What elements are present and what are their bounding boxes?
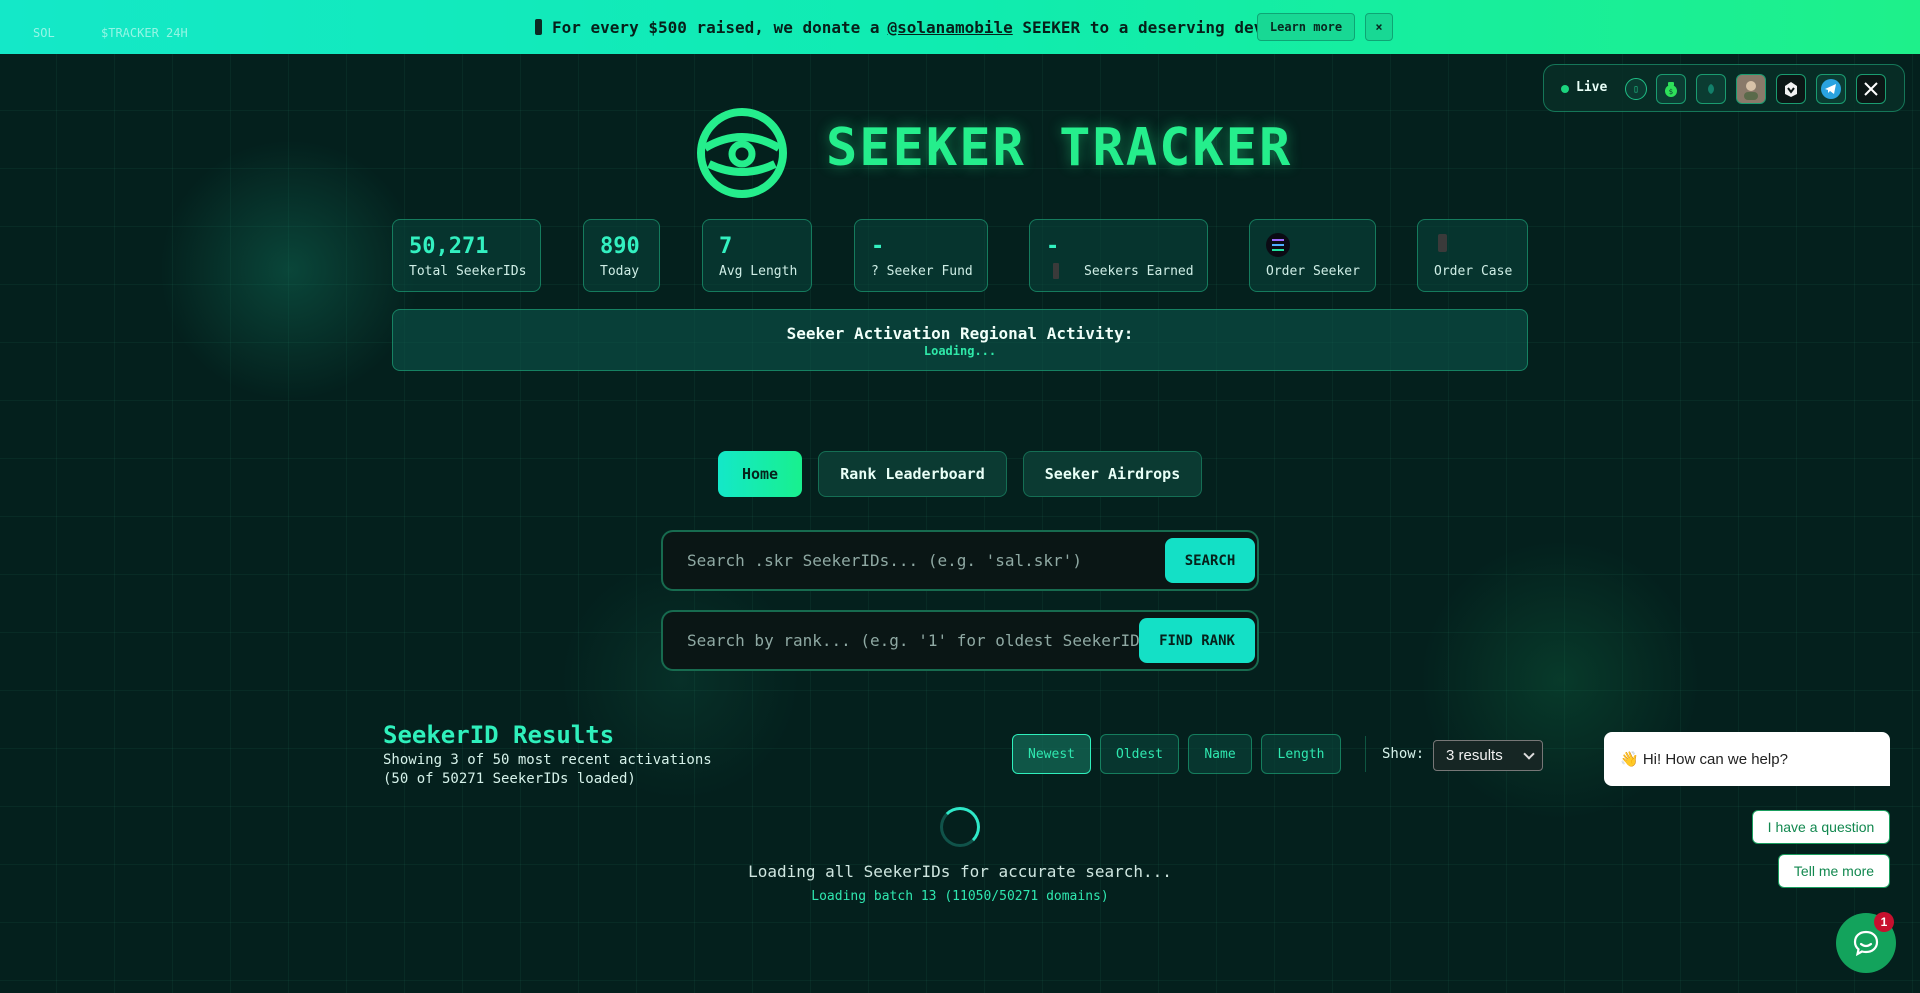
results-count-value: 3 results bbox=[1446, 747, 1503, 764]
find-rank-button[interactable]: FIND RANK bbox=[1139, 618, 1255, 663]
stat-avg-length: 7 Avg Length bbox=[702, 219, 812, 292]
nav-rank-leaderboard-button[interactable]: Rank Leaderboard bbox=[818, 451, 1007, 497]
order-case-card[interactable]: Order Case bbox=[1417, 219, 1528, 292]
sort-name-button[interactable]: Name bbox=[1188, 734, 1252, 774]
rank-search-bar: Search by rank... (e.g. '1' for oldest S… bbox=[661, 610, 1259, 671]
chat-option-question[interactable]: I have a question bbox=[1752, 810, 1890, 844]
chat-option-tell-more[interactable]: Tell me more bbox=[1778, 854, 1890, 888]
ticker-sol: SOL bbox=[33, 26, 55, 40]
sort-oldest-button[interactable]: Oldest bbox=[1100, 734, 1179, 774]
regional-activity-title: Seeker Activation Regional Activity: bbox=[786, 324, 1134, 343]
seeker-logo bbox=[695, 106, 789, 200]
chat-icon bbox=[1853, 930, 1879, 957]
live-status-dot bbox=[1561, 85, 1569, 93]
order-seeker-card[interactable]: Order Seeker bbox=[1249, 219, 1376, 292]
live-panel: Live ▯ $ bbox=[1543, 64, 1905, 112]
banner-text-prefix: For every $500 raised, we donate a bbox=[552, 17, 880, 37]
stat-label: Order Seeker bbox=[1266, 264, 1360, 279]
banner-text-suffix: SEEKER to a deserving dev bbox=[1022, 17, 1264, 37]
loading-message: Loading all SeekerIDs for accurate searc… bbox=[748, 862, 1172, 881]
sort-newest-button[interactable]: Newest bbox=[1012, 734, 1091, 774]
search-bar: Search .skr SeekerIDs... (e.g. 'sal.skr'… bbox=[661, 530, 1259, 591]
solana-icon bbox=[1266, 233, 1290, 257]
promo-banner: SOL $TRACKER 24H For every $500 raised, … bbox=[0, 0, 1920, 54]
stat-label: Avg Length bbox=[719, 264, 798, 279]
results-title: SeekerID Results bbox=[383, 721, 615, 749]
show-label: Show: bbox=[1382, 746, 1425, 762]
loading-batch-status: Loading batch 13 (11050/50271 domains) bbox=[811, 889, 1109, 904]
stat-label: Seekers Earned bbox=[1084, 264, 1194, 279]
svg-text:$: $ bbox=[1669, 88, 1673, 96]
x-icon[interactable] bbox=[1856, 74, 1886, 104]
results-count-select[interactable]: 3 results bbox=[1433, 740, 1543, 771]
ticker-tracker: $TRACKER 24H bbox=[101, 26, 188, 40]
stat-value: - bbox=[1046, 234, 1060, 259]
regional-activity-status: Loading... bbox=[923, 344, 997, 358]
stat-value: 50,271 bbox=[409, 234, 489, 259]
close-banner-button[interactable]: × bbox=[1365, 13, 1393, 41]
stat-label: Total SeekerIDs bbox=[409, 264, 527, 279]
results-loaded-count: (50 of 50271 SeekerIDs loaded) bbox=[383, 771, 636, 787]
stat-label: Today bbox=[600, 264, 640, 279]
telegram-icon[interactable] bbox=[1816, 74, 1846, 104]
phone-case-icon bbox=[1438, 234, 1447, 252]
results-summary: Showing 3 of 50 most recent activations bbox=[383, 752, 712, 768]
stat-seeker-fund[interactable]: - ? Seeker Fund bbox=[854, 219, 988, 292]
regional-activity-panel: Seeker Activation Regional Activity: Loa… bbox=[392, 309, 1528, 371]
chevron-down-icon bbox=[1523, 748, 1535, 760]
stat-total-seekerids: 50,271 Total SeekerIDs bbox=[392, 219, 541, 292]
banner-mention-link[interactable]: @solanamobile bbox=[888, 18, 1013, 37]
banner-message: For every $500 raised, we donate a @sola… bbox=[535, 16, 1263, 38]
stat-value: 890 bbox=[600, 234, 640, 259]
nav-home-button[interactable]: Home bbox=[718, 451, 802, 497]
nav-seeker-airdrops-button[interactable]: Seeker Airdrops bbox=[1023, 451, 1202, 497]
search-input[interactable]: Search .skr SeekerIDs... (e.g. 'sal.skr'… bbox=[687, 551, 1167, 570]
helmet-icon[interactable] bbox=[1776, 74, 1806, 104]
live-label: Live bbox=[1576, 80, 1608, 95]
chat-greeting[interactable]: 👋 Hi! How can we help? bbox=[1604, 732, 1890, 786]
avatar-icon[interactable] bbox=[1736, 74, 1766, 104]
phone-icon bbox=[1053, 263, 1059, 279]
stat-today: 890 Today bbox=[583, 219, 660, 292]
money-bag-icon[interactable]: $ bbox=[1656, 74, 1686, 104]
stat-label: ? Seeker Fund bbox=[871, 264, 973, 279]
site-title: SEEKER TRACKER bbox=[826, 118, 1293, 178]
search-button[interactable]: SEARCH bbox=[1165, 538, 1255, 583]
learn-more-button[interactable]: Learn more bbox=[1257, 13, 1355, 41]
sort-length-button[interactable]: Length bbox=[1261, 734, 1341, 774]
rank-search-input[interactable]: Search by rank... (e.g. '1' for oldest S… bbox=[687, 631, 1139, 650]
stat-label: Order Case bbox=[1434, 264, 1513, 279]
info-icon[interactable]: ▯ bbox=[1625, 78, 1647, 100]
stat-value: - bbox=[871, 234, 885, 259]
phone-icon bbox=[535, 19, 542, 35]
leaf-icon[interactable] bbox=[1696, 74, 1726, 104]
loading-spinner bbox=[940, 807, 980, 847]
chat-unread-badge: 1 bbox=[1874, 912, 1894, 932]
stat-seekers-earned[interactable]: - Seekers Earned bbox=[1029, 219, 1208, 292]
divider bbox=[1365, 736, 1366, 772]
stat-value: 7 bbox=[719, 234, 733, 259]
